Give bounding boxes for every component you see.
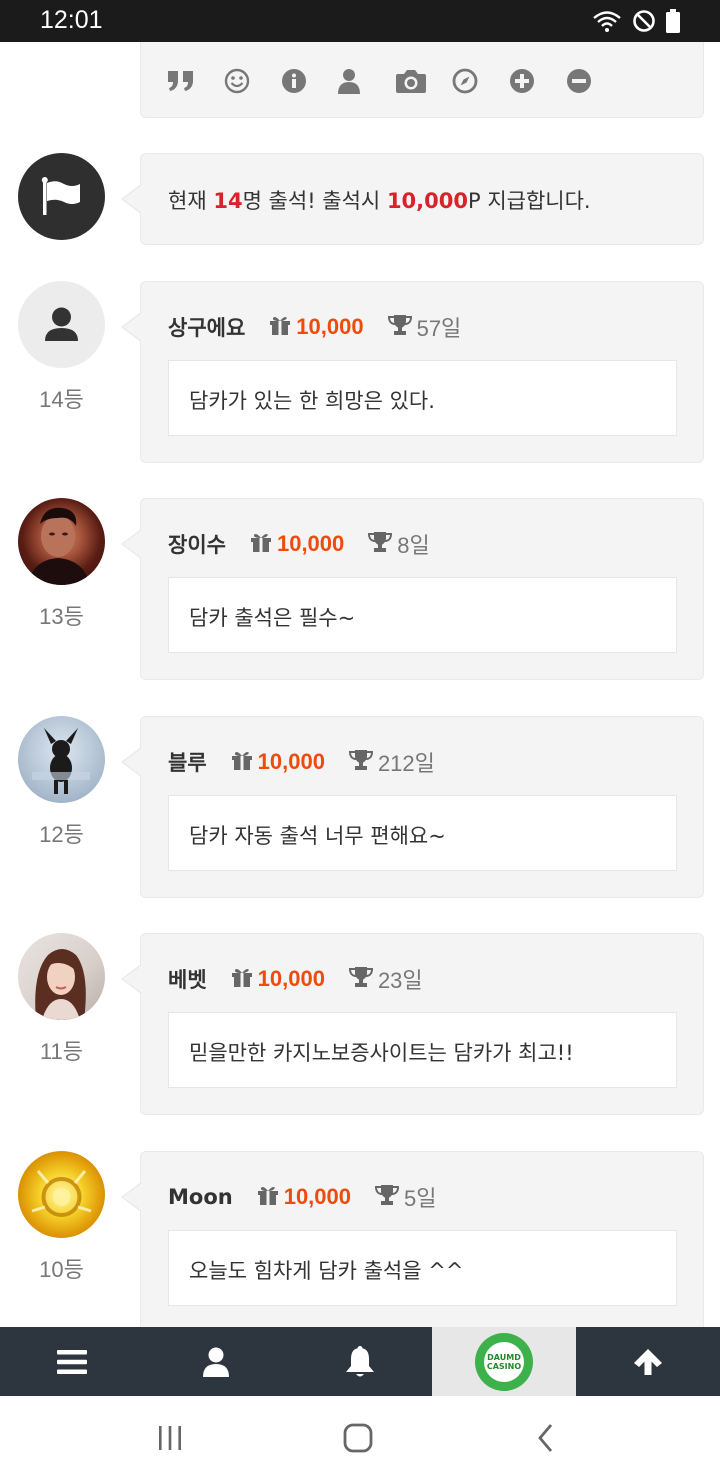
arrow-up-icon <box>634 1348 662 1375</box>
info-icon[interactable] <box>281 64 338 98</box>
attendance-points: 10,000 <box>386 189 468 213</box>
profile-button[interactable] <box>144 1327 288 1396</box>
bottom-nav: DAUMD CASINO <box>0 1327 720 1396</box>
attendance-count: 14 <box>213 189 243 213</box>
rank-label: 11등 <box>39 1039 84 1064</box>
attendance-days: 57일 <box>416 316 462 341</box>
notifications-button[interactable] <box>288 1327 432 1396</box>
bell-icon <box>346 1345 374 1376</box>
points-value: 10,000 <box>276 531 345 556</box>
attendance-days: 8일 <box>397 533 430 558</box>
gift-icon <box>257 1185 279 1209</box>
profile-photo <box>32 728 90 794</box>
trophy-icon <box>348 749 373 775</box>
home-button[interactable] <box>338 1418 378 1458</box>
trophy-icon <box>387 314 412 340</box>
user-icon <box>203 1347 229 1377</box>
rank-label: 13등 <box>39 604 84 629</box>
avatar[interactable] <box>18 498 105 585</box>
wifi-icon <box>592 9 622 33</box>
menu-button[interactable] <box>0 1327 144 1396</box>
entry-bubble: 베벳 10,000 23일 믿을만한 카지노보증사이트는 담카가 최고!! <box>121 933 704 1115</box>
entry-bubble: 상구에요 10,000 57일 담카가 있는 한 희망은 있다. <box>121 281 704 463</box>
plus-circle-icon[interactable] <box>509 64 566 98</box>
comment-text: 담카 자동 출석 너무 편해요~ <box>189 824 446 848</box>
nickname[interactable]: 상구에요 <box>168 312 245 342</box>
status-time: 12:01 <box>40 6 103 34</box>
attendance-days: 212일 <box>377 751 435 776</box>
recent-apps-icon <box>159 1426 181 1450</box>
comment-box: 담카가 있는 한 희망은 있다. <box>168 360 677 436</box>
gift-icon <box>250 532 272 556</box>
status-bar: 12:01 <box>0 0 720 42</box>
nickname[interactable]: 장이수 <box>168 529 226 559</box>
comment-text: 믿을만한 카지노보증사이트는 담카가 최고!! <box>189 1041 574 1065</box>
gift-icon <box>231 967 253 991</box>
points-value: 10,000 <box>296 314 364 339</box>
home-logo-button[interactable]: DAUMD CASINO <box>432 1327 576 1396</box>
avatar[interactable] <box>18 1151 105 1238</box>
comment-text: 오늘도 힘차게 담카 출석을 ^^ <box>189 1259 464 1283</box>
nickname[interactable]: 블루 <box>168 747 207 777</box>
quote-icon[interactable] <box>167 64 224 98</box>
trophy-icon <box>374 1184 400 1210</box>
comment-text: 담카가 있는 한 희망은 있다. <box>189 389 435 413</box>
entry-bubble: 장이수 10,000 8일 담카 출석은 필수~ <box>121 498 704 680</box>
smile-icon[interactable] <box>224 64 281 98</box>
system-navigation-bar <box>0 1396 720 1480</box>
battery-icon <box>666 9 680 33</box>
notice-bubble: 현재 14명 출석! 출석시 10,000P 지급합니다. <box>121 153 704 245</box>
user-icon[interactable] <box>338 64 395 98</box>
rank-label: 10등 <box>39 1257 84 1282</box>
editor-toolbar <box>140 42 704 118</box>
entry-bubble: Moon 10,000 5일 오늘도 힘차게 담카 출석을 ^^ <box>121 1151 704 1351</box>
minus-circle-icon[interactable] <box>566 64 623 98</box>
attendance-days: 23일 <box>377 968 423 993</box>
menu-icon <box>57 1349 87 1374</box>
back-icon <box>538 1424 553 1452</box>
camera-icon[interactable] <box>395 64 452 98</box>
back-button[interactable] <box>526 1418 566 1458</box>
site-logo: DAUMD CASINO <box>475 1332 533 1391</box>
points-value: 10,000 <box>283 1184 351 1209</box>
scroll-top-button[interactable] <box>576 1327 720 1396</box>
default-user-icon <box>45 307 78 341</box>
gift-icon <box>231 750 253 774</box>
do-not-disturb-icon <box>632 9 656 33</box>
profile-photo <box>31 1170 92 1217</box>
flag-avatar <box>18 153 105 240</box>
rank-label: 12등 <box>39 822 84 847</box>
trophy-icon <box>348 966 373 992</box>
profile-photo <box>35 949 86 1020</box>
nickname[interactable]: 베벳 <box>168 964 207 994</box>
comment-box: 담카 자동 출석 너무 편해요~ <box>168 795 677 871</box>
points-value: 10,000 <box>257 749 325 774</box>
comment-box: 오늘도 힘차게 담카 출석을 ^^ <box>168 1230 677 1306</box>
comment-text: 담카 출석은 필수~ <box>189 606 356 630</box>
comment-box: 담카 출석은 필수~ <box>168 577 677 653</box>
notice-text: 현재 14명 출석! 출석시 10,000P 지급합니다. <box>168 189 591 213</box>
gift-icon <box>269 315 291 339</box>
avatar[interactable] <box>18 281 105 368</box>
flag-icon <box>41 177 80 215</box>
avatar[interactable] <box>18 933 105 1020</box>
compass-icon[interactable] <box>452 64 509 98</box>
avatar[interactable] <box>18 716 105 803</box>
rank-label: 14등 <box>39 387 84 412</box>
trophy-icon <box>368 531 393 557</box>
nickname[interactable]: Moon <box>168 1185 233 1209</box>
home-icon <box>343 1423 373 1453</box>
recent-apps-button[interactable] <box>150 1418 190 1458</box>
attendance-days: 5일 <box>404 1186 437 1211</box>
comment-box: 믿을만한 카지노보증사이트는 담카가 최고!! <box>168 1012 677 1088</box>
entry-bubble: 블루 10,000 212일 담카 자동 출석 너무 편해요~ <box>121 716 704 898</box>
profile-photo <box>28 507 90 585</box>
status-icons <box>592 8 680 34</box>
points-value: 10,000 <box>257 966 325 991</box>
